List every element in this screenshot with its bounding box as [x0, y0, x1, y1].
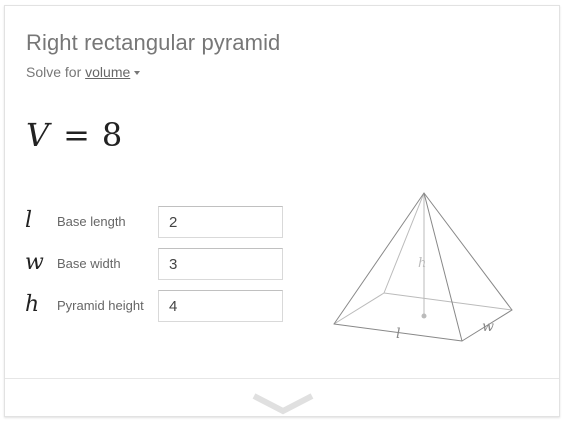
hidden-back-edge: [383, 292, 513, 311]
hidden-left-edge: [333, 292, 385, 325]
pyramid-height-input[interactable]: [158, 290, 283, 322]
field-row-base-length: l Base length: [5, 206, 305, 238]
base-length-label: Base length: [57, 214, 126, 229]
pyramid-height-label: Pyramid height: [57, 298, 144, 313]
right-slant-edge: [423, 192, 513, 311]
result-variable: V: [26, 116, 50, 154]
base-length-input[interactable]: [158, 206, 283, 238]
solve-target-value: volume: [85, 64, 131, 80]
left-slant-edge: [333, 192, 425, 325]
pyramid-diagram: h l w: [333, 192, 513, 342]
height-label: h: [418, 256, 426, 271]
field-row-pyramid-height: h Pyramid height: [5, 290, 305, 322]
base-center-dot: [421, 313, 427, 319]
front-slant-edge: [423, 192, 463, 342]
equals-sign: =: [63, 116, 90, 154]
base-width-symbol: w: [25, 250, 44, 275]
solve-for: Solve for volume: [26, 64, 141, 80]
solve-for-label: Solve for: [26, 64, 82, 80]
footer-divider: [5, 378, 559, 379]
solve-target-dropdown[interactable]: volume: [85, 64, 141, 80]
expand-button[interactable]: [252, 387, 314, 417]
result-value: 8: [101, 116, 123, 154]
length-label: l: [396, 326, 400, 342]
pyramid-height-symbol: h: [25, 292, 40, 317]
base-length-symbol: l: [25, 208, 33, 233]
field-row-base-width: w Base width: [5, 248, 305, 280]
chevron-down-icon: [252, 393, 314, 415]
result-formula: V = 8: [26, 116, 122, 154]
width-label: w: [482, 319, 494, 335]
base-width-label: Base width: [57, 256, 121, 271]
calculator-card: Right rectangular pyramid Solve for volu…: [4, 5, 560, 417]
base-width-input[interactable]: [158, 248, 283, 280]
card-title: Right rectangular pyramid: [26, 30, 281, 55]
caret-down-icon: [134, 71, 141, 76]
